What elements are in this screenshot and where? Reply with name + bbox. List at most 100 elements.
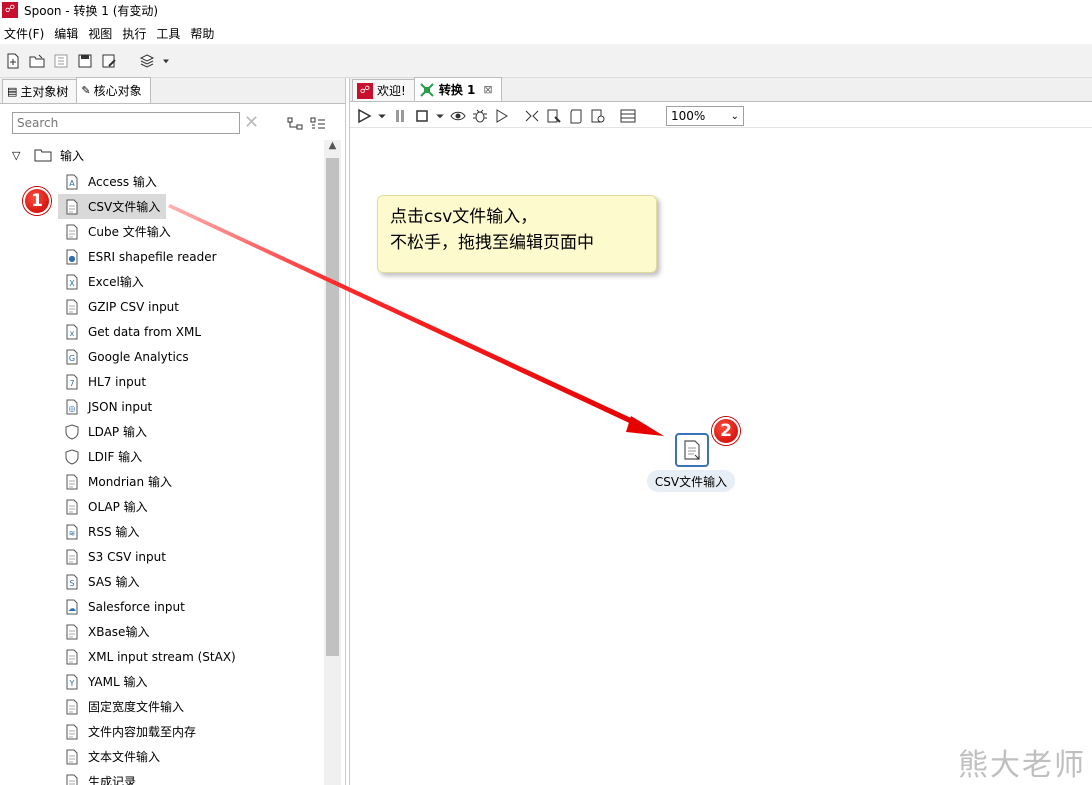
explore-repository-button[interactable] <box>50 50 72 72</box>
tree-item[interactable]: XML input stream (StAX) <box>58 644 242 669</box>
layers-dropdown-button[interactable] <box>160 50 172 72</box>
tab-welcome[interactable]: ☍ 欢迎! <box>352 79 415 101</box>
json-icon: ◎ <box>66 399 78 414</box>
title-bar: ☍ Spoon - 转换 1 (有变动) <box>0 0 1092 20</box>
tab-core-objects[interactable]: ✎ 核心对象 <box>76 77 151 103</box>
tree-item[interactable]: GZIP CSV input <box>58 294 185 319</box>
tree-item[interactable]: ● ESRI shapefile reader <box>58 244 223 269</box>
close-tab-icon[interactable]: ⊠ <box>483 83 492 96</box>
preview-button[interactable] <box>448 106 468 126</box>
tree-item[interactable]: Cube 文件输入 <box>58 219 177 244</box>
open-file-button[interactable] <box>26 50 48 72</box>
tree-item[interactable]: ◎ JSON input <box>58 394 158 419</box>
run-button[interactable] <box>354 106 374 126</box>
new-file-icon <box>7 53 19 68</box>
tree-item[interactable]: LDAP 输入 <box>58 419 153 444</box>
expand-tree-icon[interactable] <box>287 116 303 132</box>
scroll-thumb[interactable] <box>326 158 339 656</box>
tree-item-label: 生成记录 <box>88 775 137 785</box>
window-title: Spoon - 转换 1 (有变动) <box>24 3 159 18</box>
tree-item-label: HL7 input <box>88 374 147 389</box>
save-button[interactable] <box>74 50 96 72</box>
menu-edit[interactable]: 编辑 <box>50 25 84 42</box>
canvas-note[interactable]: 点击csv文件输入， 不松手，拖拽至编辑页面中 <box>377 195 657 273</box>
cube-file-icon <box>66 224 78 239</box>
tree-item[interactable]: S3 CSV input <box>58 544 172 569</box>
tree-item-label: Mondrian 输入 <box>88 475 172 489</box>
menu-bar: 文件(F) 编辑 视图 执行 工具 帮助 <box>0 22 1092 44</box>
tree-item[interactable]: XBase输入 <box>58 619 155 644</box>
svg-text:≋: ≋ <box>69 529 76 538</box>
run-options-dropdown[interactable] <box>376 106 388 126</box>
generate-rows-icon <box>66 774 78 785</box>
debug-button[interactable] <box>470 106 490 126</box>
tree-item[interactable]: 7 HL7 input <box>58 369 152 394</box>
svg-text:x: x <box>70 329 75 338</box>
tree-item[interactable]: G Google Analytics <box>58 344 195 369</box>
show-results-button[interactable] <box>618 106 638 126</box>
chevron-down-icon[interactable]: ▽ <box>12 149 28 162</box>
tree-item[interactable]: Y YAML 输入 <box>58 669 153 694</box>
tree-item[interactable]: 生成记录 <box>58 769 142 785</box>
save-as-icon <box>102 54 116 67</box>
replay-icon <box>496 108 508 123</box>
yaml-icon: Y <box>66 674 78 689</box>
left-panel-tabs: ▤ 主对象树 ✎ 核心对象 <box>0 77 345 104</box>
impact-button[interactable] <box>544 106 564 126</box>
stop-options-dropdown[interactable] <box>434 106 446 126</box>
tree-item[interactable]: 文本文件输入 <box>58 744 166 769</box>
layers-button[interactable] <box>136 50 158 72</box>
menu-tools[interactable]: 工具 <box>152 25 186 42</box>
eye-icon <box>450 111 466 120</box>
sql-button[interactable] <box>566 106 586 126</box>
tab-main-object-tree[interactable]: ▤ 主对象树 <box>2 79 78 103</box>
tree-item[interactable]: S SAS 输入 <box>58 569 145 594</box>
text-file-icon <box>66 749 78 764</box>
stop-button[interactable] <box>412 106 432 126</box>
tree-folder-input[interactable]: ▽ 输入 <box>12 144 84 166</box>
new-file-button[interactable] <box>2 50 24 72</box>
svg-text:A: A <box>69 179 75 188</box>
search-input[interactable] <box>12 112 240 134</box>
gzip-file-icon <box>66 299 78 314</box>
tree-item[interactable]: X Excel输入 <box>58 269 150 294</box>
menu-view[interactable]: 视图 <box>84 25 118 42</box>
tab-label: 欢迎! <box>377 84 406 98</box>
replay-button[interactable] <box>492 106 512 126</box>
tab-transformation-1[interactable]: 转换 1 ⊠ <box>413 77 502 101</box>
tree-item[interactable]: 文件内容加载至内存 <box>58 719 202 744</box>
tree-item[interactable]: CSV文件输入 <box>58 194 167 219</box>
tree-item[interactable]: 固定宽度文件输入 <box>58 694 190 719</box>
step-label: CSV文件输入 <box>647 470 735 492</box>
save-as-button[interactable] <box>98 50 120 72</box>
map-pin-icon: ● <box>66 249 78 264</box>
tree-item[interactable]: LDIF 输入 <box>58 444 148 469</box>
tree-item[interactable]: OLAP 输入 <box>58 494 154 519</box>
menu-file[interactable]: 文件(F) <box>0 25 50 42</box>
transformation-canvas[interactable]: 点击csv文件输入， 不松手，拖拽至编辑页面中 CSV文件输入 2 <box>350 129 1092 785</box>
zoom-select[interactable]: 100% ⌄ <box>666 106 744 126</box>
tree-item[interactable]: x Get data from XML <box>58 319 207 344</box>
menu-run[interactable]: 执行 <box>118 25 152 42</box>
tree-item-label: Access 输入 <box>88 175 157 189</box>
verify-button[interactable] <box>522 106 542 126</box>
clear-search-icon[interactable]: ✕ <box>244 112 259 133</box>
pause-button[interactable] <box>390 106 410 126</box>
tree-item-label: Salesforce input <box>88 599 185 614</box>
scroll-up-icon[interactable]: ▲ <box>324 140 341 156</box>
tree-item[interactable]: A Access 输入 <box>58 169 163 194</box>
tree-item[interactable]: ☁ Salesforce input <box>58 594 191 619</box>
tree-scrollbar[interactable]: ▲ <box>324 140 341 785</box>
tree-item[interactable]: ≋ RSS 输入 <box>58 519 145 544</box>
tree-item-label: OLAP 输入 <box>88 500 148 514</box>
xbase-icon <box>66 624 78 639</box>
tree-item[interactable]: Mondrian 输入 <box>58 469 178 494</box>
collapse-tree-icon[interactable] <box>310 116 326 132</box>
zoom-value: 100% <box>671 109 706 123</box>
tree-icon: ▤ <box>7 85 18 98</box>
menu-help[interactable]: 帮助 <box>186 25 220 42</box>
explore-db-button[interactable] <box>588 106 608 126</box>
csv-input-step[interactable] <box>675 433 709 467</box>
caret-down-icon <box>378 114 386 118</box>
tree-item-label: 文件内容加载至内存 <box>88 725 197 739</box>
